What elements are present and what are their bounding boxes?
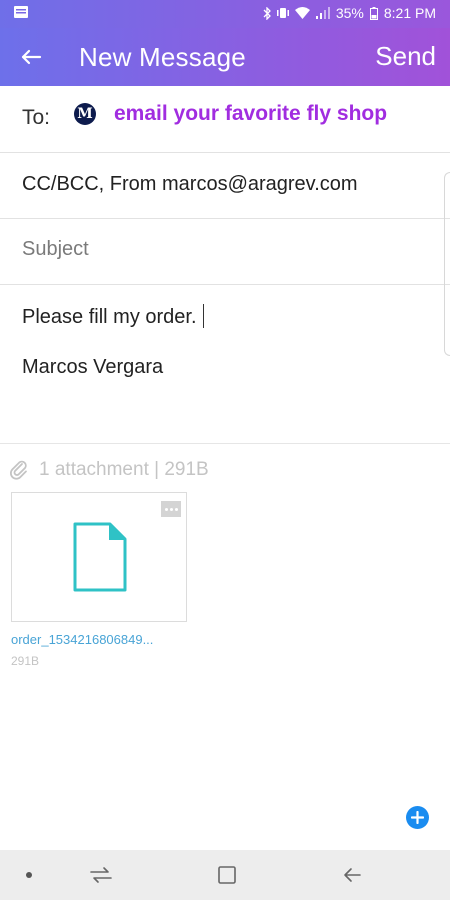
system-nav-bar xyxy=(0,850,450,900)
subject-row xyxy=(0,218,450,285)
document-file-icon xyxy=(73,522,127,592)
cc-bcc-from-field[interactable]: CC/BCC, From marcos@aragrev.com xyxy=(0,152,450,219)
to-field[interactable]: To: M email your favorite fly shop xyxy=(0,86,450,153)
clock: 8:21 PM xyxy=(383,5,436,21)
message-body[interactable]: Please fill my order. Marcos Vergara xyxy=(0,285,450,444)
text-cursor xyxy=(202,304,204,328)
back-arrow-icon[interactable] xyxy=(16,42,46,72)
nav-back-icon[interactable] xyxy=(340,864,364,886)
body-line-order: Please fill my order. xyxy=(22,306,197,328)
page-title: New Message xyxy=(79,42,246,72)
attachments-header: 1 attachment | 291B xyxy=(8,457,209,483)
cc-bcc-from-label: CC/BCC, From marcos@aragrev.com xyxy=(22,173,358,195)
paperclip-icon xyxy=(10,460,27,480)
recents-icon[interactable] xyxy=(88,864,114,886)
send-button[interactable]: Send xyxy=(375,41,436,72)
attachment-size: 291B xyxy=(11,654,40,668)
attachment-card[interactable] xyxy=(11,492,187,622)
vibrate-icon xyxy=(276,8,289,18)
home-square-icon[interactable] xyxy=(216,864,238,886)
body-signature: Marcos Vergara xyxy=(22,356,164,378)
attachment-filename[interactable]: order_1534216806849... xyxy=(11,632,153,647)
body-text-line: Please fill my order. xyxy=(22,304,204,329)
battery-percent: 35% xyxy=(335,5,364,21)
attachments-summary: 1 attachment | 291B xyxy=(39,459,209,480)
recipient-avatar: M xyxy=(74,103,96,125)
nav-dot-icon[interactable] xyxy=(26,872,32,878)
subject-input[interactable] xyxy=(22,238,422,261)
plus-icon xyxy=(411,811,424,824)
app-bar: New Message Send xyxy=(0,28,450,86)
status-bar: 35% 8:21 PM xyxy=(0,0,450,28)
wifi-icon xyxy=(294,7,310,19)
more-options-icon[interactable] xyxy=(161,501,181,517)
battery-icon xyxy=(369,6,378,20)
recipient-chip[interactable]: email your favorite fly shop xyxy=(114,102,387,126)
add-attachment-button[interactable] xyxy=(406,806,429,829)
to-label: To: xyxy=(22,106,51,129)
signal-icon xyxy=(315,7,330,19)
message-notification-icon xyxy=(14,6,28,18)
bluetooth-icon xyxy=(263,6,271,20)
